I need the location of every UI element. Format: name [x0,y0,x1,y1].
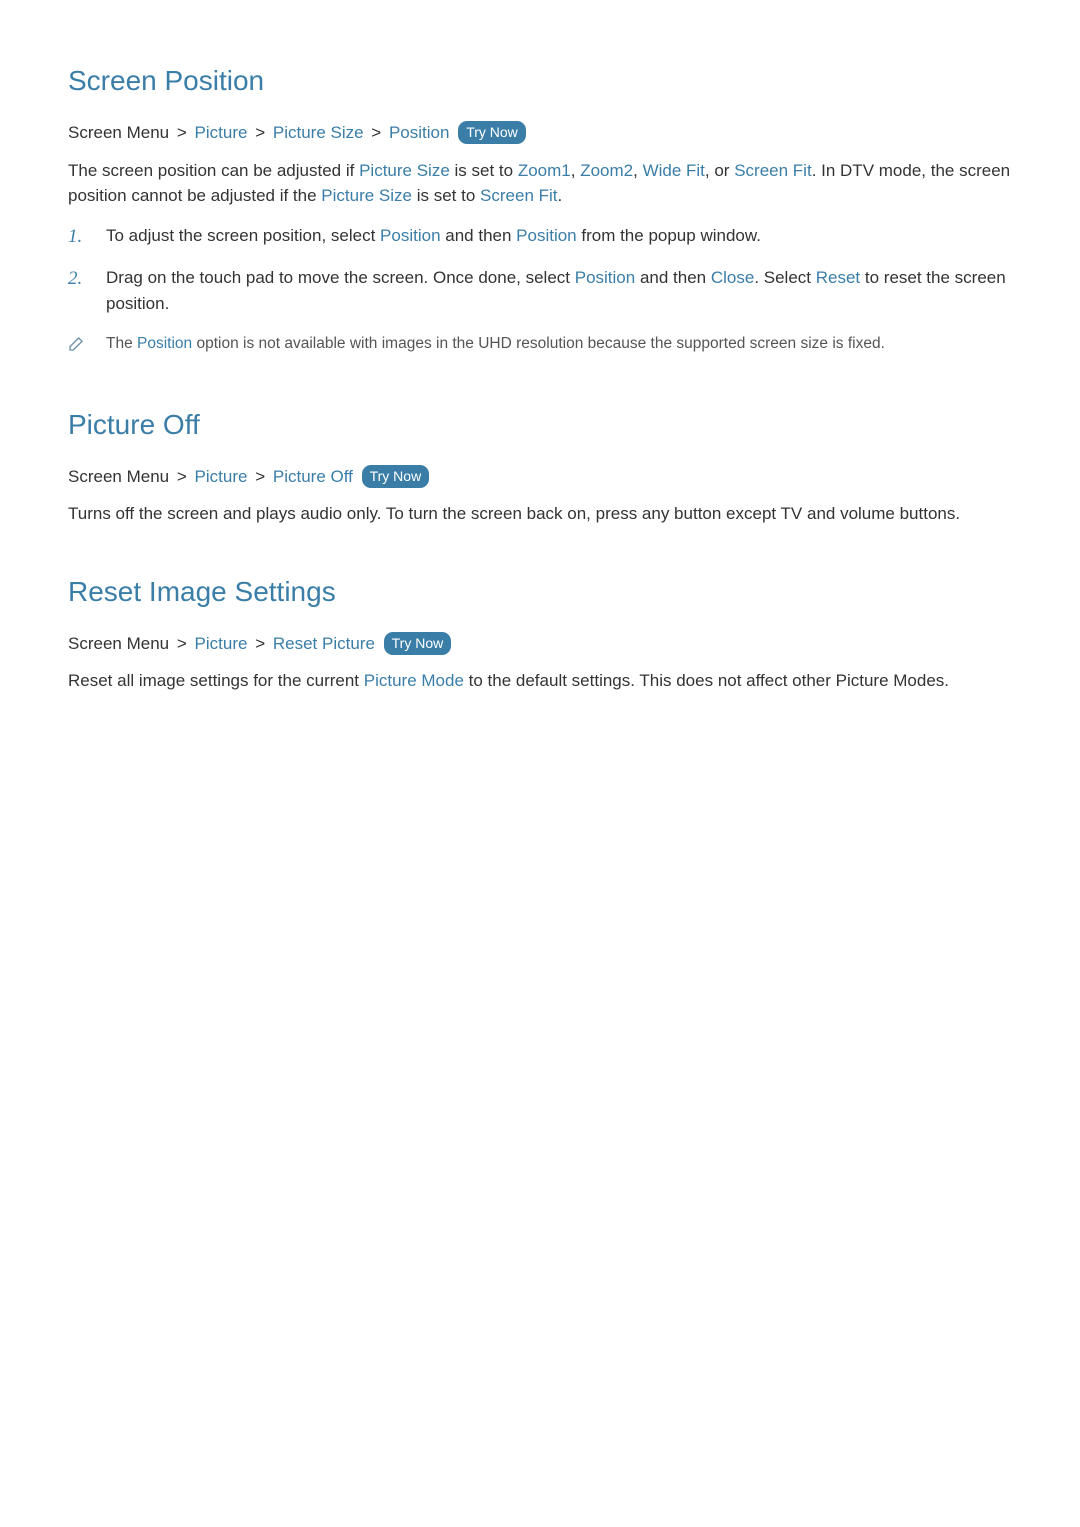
highlight-term: Position [380,226,440,245]
highlight-term: Position [575,268,635,287]
chevron-right-icon: > [255,634,265,653]
highlight-term: Picture Size [359,161,450,180]
highlight-term: Wide Fit [643,161,705,180]
chevron-right-icon: > [177,634,187,653]
highlight-term: Close [711,268,754,287]
breadcrumb: Screen Menu > Picture > Reset Picture Tr… [68,631,1012,657]
chevron-right-icon: > [177,123,187,142]
intro-paragraph: Reset all image settings for the current… [68,668,1012,694]
breadcrumb: Screen Menu > Picture > Picture Off Try … [68,464,1012,490]
text-run: Reset all image settings for the current [68,671,364,690]
text-run: . [558,186,563,205]
breadcrumb-item: Position [389,123,449,142]
section-screen-position: Screen Position Screen Menu > Picture > … [68,60,1012,360]
chevron-right-icon: > [371,123,381,142]
chevron-right-icon: > [255,123,265,142]
text-run: To adjust the screen position, select [106,226,380,245]
highlight-term: Picture Size [321,186,412,205]
text-run: option is not available with images in t… [192,335,885,352]
text-run: is set to [412,186,480,205]
try-now-badge[interactable]: Try Now [362,465,430,488]
section-heading: Picture Off [68,404,1012,446]
highlight-term: Position [137,335,192,352]
steps-list: 1. To adjust the screen position, select… [68,223,1012,317]
text-run: , [571,161,580,180]
highlight-term: Screen Fit [734,161,811,180]
breadcrumb-root: Screen Menu [68,123,169,142]
text-run: and then [635,268,711,287]
breadcrumb-item: Picture [195,123,248,142]
step-number: 1. [68,223,106,252]
intro-paragraph: Turns off the screen and plays audio onl… [68,501,1012,527]
text-run: , [633,161,642,180]
breadcrumb-item: Picture Off [273,467,353,486]
text-run: , or [705,161,734,180]
breadcrumb-item: Reset Picture [273,634,375,653]
breadcrumb-item: Picture [195,634,248,653]
step-body: To adjust the screen position, select Po… [106,223,1012,252]
text-run: . Select [754,268,815,287]
section-picture-off: Picture Off Screen Menu > Picture > Pict… [68,404,1012,527]
section-heading: Screen Position [68,60,1012,102]
text-run: is set to [450,161,518,180]
highlight-term: Zoom2 [580,161,633,180]
note: The Position option is not available wit… [68,332,1012,360]
text-run: The screen position can be adjusted if [68,161,359,180]
text-run: The [106,335,137,352]
step-item: 2. Drag on the touch pad to move the scr… [68,265,1012,316]
text-run: to the default settings. This does not a… [464,671,949,690]
chevron-right-icon: > [255,467,265,486]
highlight-term: Position [516,226,576,245]
text-run: Drag on the touch pad to move the screen… [106,268,575,287]
pencil-icon [68,332,106,360]
intro-paragraph: The screen position can be adjusted if P… [68,158,1012,209]
step-body: Drag on the touch pad to move the screen… [106,265,1012,316]
text-run: from the popup window. [577,226,761,245]
try-now-badge[interactable]: Try Now [458,121,526,144]
breadcrumb-root: Screen Menu [68,634,169,653]
text-run: Turns off the screen and plays audio onl… [68,504,960,523]
highlight-term: Reset [816,268,860,287]
step-item: 1. To adjust the screen position, select… [68,223,1012,252]
section-heading: Reset Image Settings [68,571,1012,613]
highlight-term: Zoom1 [518,161,571,180]
try-now-badge[interactable]: Try Now [384,632,452,655]
highlight-term: Picture Mode [364,671,464,690]
section-reset-image-settings: Reset Image Settings Screen Menu > Pictu… [68,571,1012,694]
step-number: 2. [68,265,106,316]
breadcrumb-item: Picture [195,467,248,486]
breadcrumb: Screen Menu > Picture > Picture Size > P… [68,120,1012,146]
breadcrumb-root: Screen Menu [68,467,169,486]
note-body: The Position option is not available wit… [106,332,1012,355]
breadcrumb-item: Picture Size [273,123,364,142]
text-run: and then [441,226,517,245]
chevron-right-icon: > [177,467,187,486]
highlight-term: Screen Fit [480,186,557,205]
